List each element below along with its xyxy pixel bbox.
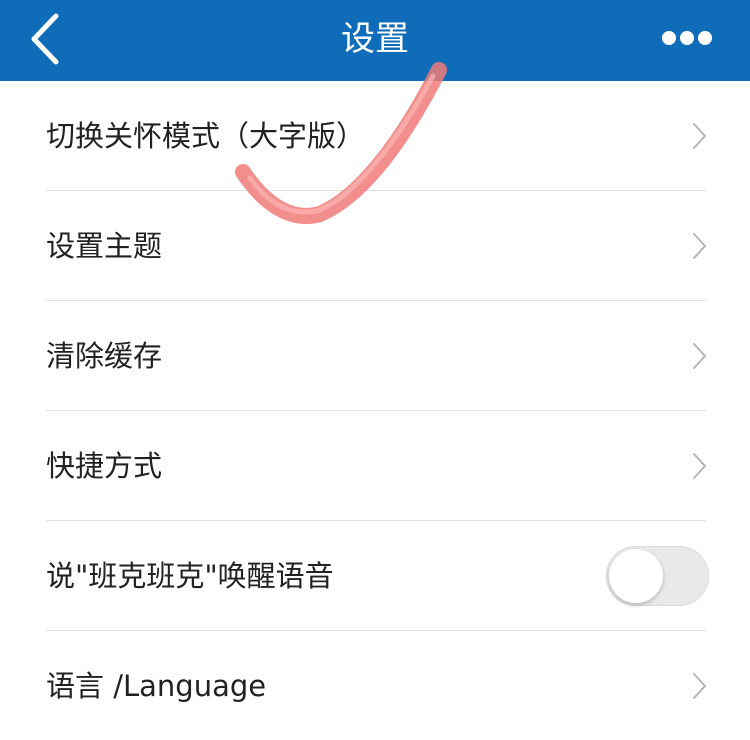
voice-wake-toggle[interactable] [606, 546, 709, 606]
settings-item-label: 语言 /Language [46, 669, 267, 703]
settings-item-theme[interactable]: 设置主题 [0, 191, 750, 301]
more-button[interactable] [652, 18, 722, 58]
chevron-left-icon [31, 13, 59, 65]
chevron-right-icon [693, 233, 706, 259]
settings-list: 切换关怀模式（大字版） 设置主题 清除缓存 快捷方式 说"班克班克"唤醒语音 语… [0, 81, 750, 740]
chevron-right-icon [693, 673, 706, 699]
settings-item-label: 快捷方式 [46, 449, 163, 483]
back-button[interactable] [22, 8, 72, 70]
settings-item-label: 设置主题 [46, 229, 163, 263]
settings-item-label: 清除缓存 [46, 339, 163, 373]
ellipsis-icon [662, 31, 712, 45]
chevron-right-icon [693, 343, 706, 369]
page-title: 设置 [341, 19, 409, 59]
settings-screen: 设置 切换关怀模式（大字版） 设置主题 清除缓存 快捷方式 说"班克班克"唤醒语… [0, 0, 750, 740]
settings-item-shortcut[interactable]: 快捷方式 [0, 411, 750, 521]
chevron-right-icon [693, 123, 706, 149]
settings-item-voice-wake: 说"班克班克"唤醒语音 [0, 521, 750, 631]
nav-bar: 设置 [0, 0, 750, 81]
chevron-right-icon [693, 453, 706, 479]
settings-item-label: 切换关怀模式（大字版） [46, 119, 366, 153]
settings-item-language[interactable]: 语言 /Language [0, 631, 750, 740]
settings-item-label: 说"班克班克"唤醒语音 [46, 559, 334, 593]
toggle-knob [609, 549, 663, 603]
settings-item-clear-cache[interactable]: 清除缓存 [0, 301, 750, 411]
settings-item-care-mode[interactable]: 切换关怀模式（大字版） [0, 81, 750, 191]
